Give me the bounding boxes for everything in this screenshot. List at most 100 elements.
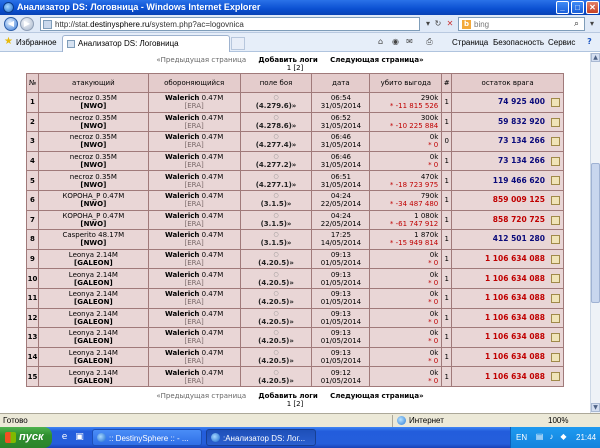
- attacker-cell[interactable]: necroz 0.35M [NWO]: [37, 111, 149, 133]
- defender-cell[interactable]: Walerich 0.47M [ERA]: [147, 248, 241, 270]
- field-coords[interactable]: (4.277.1)»: [241, 181, 312, 189]
- attacker-cell[interactable]: necroz 0.35M [NWO]: [37, 150, 149, 172]
- quicklaunch-desktop-icon[interactable]: ▣: [73, 431, 86, 444]
- attacker-cell[interactable]: Leonya 2.14M [GALEON]: [37, 327, 149, 348]
- field-coords[interactable]: (4.277.4)»: [241, 141, 312, 149]
- col-date-header[interactable]: дата: [311, 73, 371, 93]
- field-cell[interactable]: ○ (4.20.5)»: [239, 248, 313, 270]
- page-numbers-top[interactable]: 1 [2]: [0, 64, 590, 72]
- field-coords[interactable]: (4.20.5)»: [241, 298, 312, 306]
- refresh-icon[interactable]: ↻: [432, 18, 444, 30]
- attacker-name[interactable]: Leonya 2.14M: [39, 271, 148, 279]
- field-coords[interactable]: (3.1.5)»: [241, 239, 312, 247]
- attacker-name[interactable]: necroz 0.35M: [39, 153, 148, 161]
- defender-cell[interactable]: Walerich 0.47M [ERA]: [147, 209, 241, 231]
- field-cell[interactable]: ○ (4.277.4)»: [239, 131, 313, 152]
- mail-icon[interactable]: ✉: [404, 36, 415, 47]
- field-cell[interactable]: ○ (4.277.1)»: [239, 170, 313, 191]
- defender-cell[interactable]: Walerich 0.47M [ERA]: [147, 170, 241, 191]
- field-coords[interactable]: (4.20.5)»: [241, 318, 312, 326]
- col-attacker-header[interactable]: атакующий: [37, 73, 149, 93]
- attacker-name[interactable]: Leonya 2.14M: [39, 329, 148, 337]
- defender-cell[interactable]: Walerich 0.47M [ERA]: [147, 346, 241, 368]
- attacker-cell[interactable]: Leonya 2.14M [GALEON]: [37, 307, 149, 329]
- field-cell[interactable]: ○ (3.1.5)»: [239, 189, 313, 211]
- field-cell[interactable]: ○ (4.20.5)»: [239, 287, 313, 309]
- search-input[interactable]: [474, 19, 569, 29]
- field-coords[interactable]: (4.277.2)»: [241, 161, 312, 169]
- field-coords[interactable]: (3.1.5)»: [241, 220, 312, 228]
- field-cell[interactable]: ○ (3.1.5)»: [239, 209, 313, 231]
- quicklaunch-ie-icon[interactable]: e: [58, 431, 71, 444]
- field-coords[interactable]: (4.278.6)»: [241, 122, 312, 130]
- field-coords[interactable]: (4.20.5)»: [241, 259, 312, 267]
- start-button[interactable]: пуск: [0, 427, 52, 448]
- col-loss-header[interactable]: убито выгода: [369, 73, 443, 93]
- home-icon[interactable]: ⌂: [375, 36, 386, 47]
- defender-name[interactable]: Walerich: [165, 114, 199, 122]
- report-icon[interactable]: [551, 235, 560, 245]
- report-icon[interactable]: [551, 352, 560, 362]
- help-icon[interactable]: ?: [584, 36, 595, 47]
- defender-name[interactable]: Walerich: [165, 369, 199, 377]
- scrollbar-thumb[interactable]: [591, 163, 600, 303]
- next-page-link[interactable]: Следующая страница»: [330, 56, 424, 64]
- search-box[interactable]: b ⌕: [458, 17, 585, 31]
- attacker-cell[interactable]: КОРОНА_P 0.47M [NWO]: [37, 189, 149, 211]
- attacker-name[interactable]: Leonya 2.14M: [39, 290, 148, 298]
- defender-name[interactable]: Walerich: [165, 271, 199, 279]
- attacker-name[interactable]: Leonya 2.14M: [39, 310, 148, 318]
- print-icon[interactable]: ⎙: [424, 36, 435, 47]
- defender-name[interactable]: Walerich: [165, 192, 199, 200]
- col-field-header[interactable]: поле боя: [239, 73, 313, 93]
- attacker-name[interactable]: Leonya 2.14M: [39, 349, 148, 357]
- active-tab[interactable]: Анализатор DS: Логовница: [62, 35, 230, 52]
- defender-name[interactable]: Walerich: [165, 173, 199, 181]
- defender-cell[interactable]: Walerich 0.47M [ERA]: [147, 268, 241, 289]
- security-zone[interactable]: Интернет: [392, 415, 512, 427]
- favorites-star-icon[interactable]: ★: [4, 37, 13, 47]
- attacker-cell[interactable]: necroz 0.35M [NWO]: [37, 131, 149, 152]
- defender-cell[interactable]: Walerich 0.47M [ERA]: [147, 287, 241, 309]
- report-icon[interactable]: [551, 117, 560, 127]
- defender-name[interactable]: Walerich: [165, 349, 199, 357]
- attacker-cell[interactable]: Leonya 2.14M [GALEON]: [37, 366, 149, 387]
- col-rest-header[interactable]: остаток врага: [451, 73, 564, 93]
- defender-name[interactable]: Walerich: [165, 153, 199, 161]
- defender-name[interactable]: Walerich: [165, 251, 199, 259]
- defender-cell[interactable]: Walerich 0.47M [ERA]: [147, 366, 241, 387]
- field-cell[interactable]: ○ (4.20.5)»: [239, 307, 313, 329]
- field-coords[interactable]: (4.20.5)»: [241, 279, 312, 287]
- prev-page-link[interactable]: «Предыдущая страница: [156, 56, 246, 64]
- scroll-down-icon[interactable]: ▼: [591, 403, 600, 412]
- tools-menu[interactable]: Сервис: [548, 38, 575, 47]
- attacker-name[interactable]: КОРОНА_P 0.47M: [39, 192, 148, 200]
- tray-volume-icon[interactable]: ♪: [547, 432, 556, 441]
- defender-cell[interactable]: Walerich 0.47M [ERA]: [147, 111, 241, 133]
- zoom-level[interactable]: 100%: [548, 416, 568, 425]
- field-coords[interactable]: (3.1.5)»: [241, 200, 312, 208]
- field-cell[interactable]: ○ (4.279.6)»: [239, 92, 313, 113]
- defender-name[interactable]: Walerich: [165, 329, 199, 337]
- language-indicator[interactable]: EN: [516, 433, 527, 442]
- field-coords[interactable]: (4.279.6)»: [241, 102, 312, 110]
- tray-network-icon[interactable]: ▤: [535, 432, 544, 441]
- add-logs-link[interactable]: Добавить логи: [258, 56, 317, 64]
- field-cell[interactable]: ○ (3.1.5)»: [239, 229, 313, 250]
- field-cell[interactable]: ○ (4.277.2)»: [239, 150, 313, 172]
- report-icon[interactable]: [551, 156, 560, 166]
- defender-cell[interactable]: Walerich 0.47M [ERA]: [147, 131, 241, 152]
- attacker-name[interactable]: necroz 0.35M: [39, 114, 148, 122]
- forward-button[interactable]: ▶: [20, 17, 34, 31]
- field-cell[interactable]: ○ (4.20.5)»: [239, 268, 313, 289]
- attacker-cell[interactable]: Leonya 2.14M [GALEON]: [37, 346, 149, 368]
- window-title-bar[interactable]: Анализатор DS: Логовница - Windows Inter…: [0, 0, 600, 15]
- add-logs-link-bottom[interactable]: Добавить логи: [258, 392, 317, 400]
- report-icon[interactable]: [551, 293, 560, 303]
- attacker-cell[interactable]: Leonya 2.14M [GALEON]: [37, 287, 149, 309]
- defender-cell[interactable]: Walerich 0.47M [ERA]: [147, 229, 241, 250]
- report-icon[interactable]: [551, 176, 560, 186]
- field-cell[interactable]: ○ (4.278.6)»: [239, 111, 313, 133]
- vertical-scrollbar[interactable]: ▲ ▼: [590, 53, 600, 413]
- defender-cell[interactable]: Walerich 0.47M [ERA]: [147, 189, 241, 211]
